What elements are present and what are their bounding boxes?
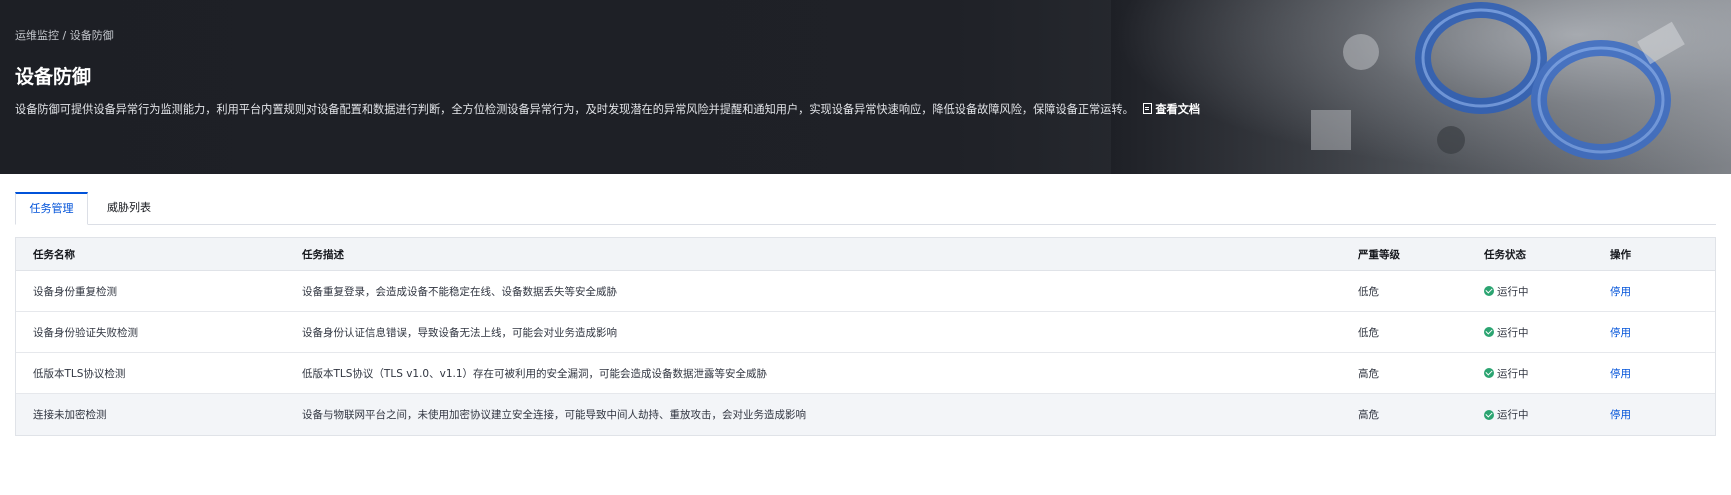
- page-description: 设备防御可提供设备异常行为监测能力，利用平台内置规则对设备配置和数据进行判断，全…: [15, 101, 1200, 117]
- disable-button[interactable]: 停用: [1610, 325, 1631, 340]
- column-header-desc: 任务描述: [302, 248, 344, 261]
- task-description: 设备重复登录，会造成设备不能稳定在线、设备数据丢失等安全威胁: [302, 285, 617, 298]
- task-status: 运行中: [1484, 394, 1529, 435]
- severity-level: 高危: [1358, 409, 1379, 421]
- action-cell: 停用: [1610, 271, 1631, 311]
- check-circle-icon: [1484, 327, 1494, 337]
- check-circle-icon: [1484, 368, 1494, 378]
- column-header-level: 严重等级: [1358, 248, 1400, 261]
- task-description: 设备与物联网平台之间，未使用加密协议建立安全连接，可能导致中间人劫持、重放攻击，…: [302, 409, 806, 421]
- task-name: 设备身份验证失败检测: [33, 326, 138, 339]
- table-row: 低版本TLS协议检测 低版本TLS协议（TLS v1.0、v1.1）存在可被利用…: [16, 353, 1715, 394]
- tab-task-management[interactable]: 任务管理: [15, 192, 88, 225]
- check-circle-icon: [1484, 286, 1494, 296]
- task-status: 运行中: [1484, 353, 1529, 393]
- breadcrumb-parent[interactable]: 运维监控: [15, 29, 59, 42]
- view-docs-label: 查看文档: [1155, 103, 1201, 116]
- table-row: 设备身份验证失败检测 设备身份认证信息错误，导致设备无法上线，可能会对业务造成影…: [16, 312, 1715, 353]
- disable-button[interactable]: 停用: [1610, 366, 1631, 381]
- view-docs-link[interactable]: 查看文档: [1143, 103, 1200, 116]
- task-description: 设备身份认证信息错误，导致设备无法上线，可能会对业务造成影响: [302, 326, 617, 339]
- disable-button[interactable]: 停用: [1610, 284, 1631, 299]
- table-header: 任务名称 任务描述 严重等级 任务状态 操作: [16, 238, 1715, 271]
- task-status: 运行中: [1484, 271, 1529, 311]
- column-header-name: 任务名称: [33, 248, 75, 261]
- page-title: 设备防御: [15, 66, 92, 88]
- breadcrumb: 运维监控 / 设备防御: [15, 27, 114, 43]
- task-name: 低版本TLS协议检测: [33, 367, 126, 380]
- status-label: 运行中: [1497, 285, 1529, 298]
- infinity-illustration: [1311, 2, 1685, 160]
- table-row: 设备身份重复检测 设备重复登录，会造成设备不能稳定在线、设备数据丢失等安全威胁 …: [16, 271, 1715, 312]
- column-header-status: 任务状态: [1484, 248, 1526, 261]
- severity-level: 低危: [1358, 326, 1379, 339]
- header-banner: 运维监控 / 设备防御 设备防御 设备防御可提供设备异常行为监测能力，利用平台内…: [0, 0, 1731, 174]
- column-header-action: 操作: [1610, 248, 1631, 261]
- breadcrumb-current: 设备防御: [69, 29, 114, 42]
- breadcrumb-separator: /: [59, 29, 70, 42]
- task-description: 低版本TLS协议（TLS v1.0、v1.1）存在可被利用的安全漏洞，可能会造成…: [302, 367, 768, 380]
- severity-level: 低危: [1358, 285, 1379, 298]
- check-circle-icon: [1484, 409, 1494, 420]
- task-table: 任务名称 任务描述 严重等级 任务状态 操作 设备身份重复检测 设备重复登录，会…: [15, 237, 1716, 436]
- disable-button[interactable]: 停用: [1610, 407, 1631, 422]
- task-name: 设备身份重复检测: [33, 285, 117, 298]
- task-status: 运行中: [1484, 312, 1529, 352]
- document-icon: [1143, 103, 1153, 114]
- status-label: 运行中: [1497, 409, 1529, 421]
- tab-threat-list[interactable]: 威胁列表: [89, 192, 169, 224]
- action-cell: 停用: [1610, 394, 1631, 435]
- table-row: 连接未加密检测 设备与物联网平台之间，未使用加密协议建立安全连接，可能导致中间人…: [16, 394, 1715, 435]
- status-label: 运行中: [1497, 326, 1529, 339]
- severity-level: 高危: [1358, 367, 1379, 380]
- task-name: 连接未加密检测: [33, 409, 107, 421]
- action-cell: 停用: [1610, 353, 1631, 393]
- description-text: 设备防御可提供设备异常行为监测能力，利用平台内置规则对设备配置和数据进行判断，全…: [15, 103, 1134, 116]
- action-cell: 停用: [1610, 312, 1631, 352]
- status-label: 运行中: [1497, 367, 1529, 380]
- tab-bar: 任务管理 威胁列表: [15, 192, 1716, 225]
